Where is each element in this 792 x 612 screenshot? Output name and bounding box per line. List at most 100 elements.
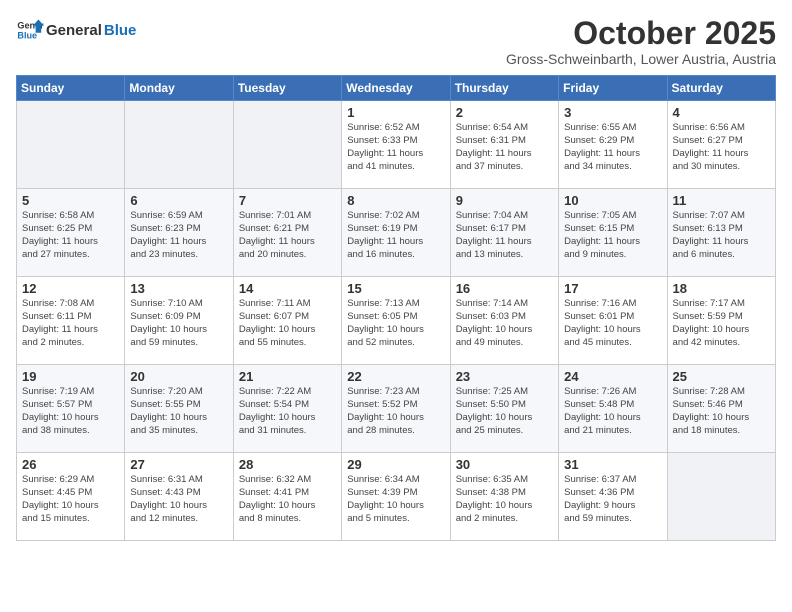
day-number: 12 — [22, 281, 119, 296]
cell-details: Sunrise: 6:34 AM Sunset: 4:39 PM Dayligh… — [347, 474, 444, 525]
day-number: 8 — [347, 193, 444, 208]
cell-details: Sunrise: 6:58 AM Sunset: 6:25 PM Dayligh… — [22, 210, 119, 261]
day-number: 16 — [456, 281, 553, 296]
weekday-header-tuesday: Tuesday — [233, 76, 341, 101]
location-subtitle: Gross-Schweinbarth, Lower Austria, Austr… — [506, 51, 776, 67]
calendar-cell: 17Sunrise: 7:16 AM Sunset: 6:01 PM Dayli… — [559, 277, 667, 365]
weekday-header-row: SundayMondayTuesdayWednesdayThursdayFrid… — [17, 76, 776, 101]
calendar-cell: 13 Sunrise: 7:10 AM Sunset: 6:09 PM Dayli… — [125, 277, 233, 365]
weekday-header-wednesday: Wednesday — [342, 76, 450, 101]
calendar-cell: 28Sunrise: 6:32 AM Sunset: 4:41 PM Dayli… — [233, 453, 341, 541]
calendar-cell: 26 Sunrise: 6:29 AM Sunset: 4:45 PM Dayli… — [17, 453, 125, 541]
calendar-cell: 9 Sunrise: 7:04 AM Sunset: 6:17 PM Daylig… — [450, 189, 558, 277]
weekday-header-friday: Friday — [559, 76, 667, 101]
week-row-1: 1 Sunrise: 6:52 AM Sunset: 6:33 PM Daylig… — [17, 101, 776, 189]
day-number: 1 — [347, 105, 444, 120]
cell-details: Sunrise: 6:31 AM Sunset: 4:43 PM Dayligh… — [130, 474, 227, 525]
calendar-cell: 1 Sunrise: 6:52 AM Sunset: 6:33 PM Daylig… — [342, 101, 450, 189]
day-number: 21 — [239, 369, 336, 384]
calendar-cell: 21 Sunrise: 7:22 AM Sunset: 5:54 PM Dayli… — [233, 365, 341, 453]
cell-details: Sunrise: 6:54 AM Sunset: 6:31 PM Dayligh… — [456, 122, 553, 173]
calendar-cell: 29 Sunrise: 6:34 AM Sunset: 4:39 PM Dayli… — [342, 453, 450, 541]
cell-details: Sunrise: 7:01 AM Sunset: 6:21 PM Dayligh… — [239, 210, 336, 261]
day-number: 14 — [239, 281, 336, 296]
title-block: October 2025 Gross-Schweinbarth, Lower A… — [506, 16, 776, 67]
day-number: 20 — [130, 369, 227, 384]
calendar-table: SundayMondayTuesdayWednesdayThursdayFrid… — [16, 75, 776, 541]
calendar-cell: 10 Sunrise: 7:05 AM Sunset: 6:15 PM Dayli… — [559, 189, 667, 277]
day-number: 26 — [22, 457, 119, 472]
calendar-cell: 31 Sunrise: 6:37 AM Sunset: 4:36 PM Dayli… — [559, 453, 667, 541]
svg-text:Blue: Blue — [17, 30, 37, 40]
cell-details: Sunrise: 7:20 AM Sunset: 5:55 PM Dayligh… — [130, 386, 227, 437]
day-number: 30 — [456, 457, 553, 472]
week-row-3: 12 Sunrise: 7:08 AM Sunset: 6:11 PM Dayli… — [17, 277, 776, 365]
day-number: 10 — [564, 193, 661, 208]
cell-details: Sunrise: 7:11 AM Sunset: 6:07 PM Dayligh… — [239, 298, 336, 349]
logo-general: General — [46, 22, 102, 39]
calendar-cell: 12 Sunrise: 7:08 AM Sunset: 6:11 PM Dayli… — [17, 277, 125, 365]
cell-details: Sunrise: 6:56 AM Sunset: 6:27 PM Dayligh… — [673, 122, 770, 173]
day-number: 11 — [673, 193, 770, 208]
month-title: October 2025 — [506, 16, 776, 51]
day-number: 22 — [347, 369, 444, 384]
weekday-header-thursday: Thursday — [450, 76, 558, 101]
cell-details: Sunrise: 7:10 AM Sunset: 6:09 PM Dayligh… — [130, 298, 227, 349]
calendar-cell: 18 Sunrise: 7:17 AM Sunset: 5:59 PM Dayli… — [667, 277, 775, 365]
day-number: 6 — [130, 193, 227, 208]
page-header: General Blue General Blue October 2025 G… — [16, 16, 776, 67]
day-number: 27 — [130, 457, 227, 472]
calendar-cell: 2 Sunrise: 6:54 AM Sunset: 6:31 PM Daylig… — [450, 101, 558, 189]
day-number: 23 — [456, 369, 553, 384]
calendar-cell: 20 Sunrise: 7:20 AM Sunset: 5:55 PM Dayli… — [125, 365, 233, 453]
calendar-cell: 8Sunrise: 7:02 AM Sunset: 6:19 PM Daylig… — [342, 189, 450, 277]
cell-details: Sunrise: 6:29 AM Sunset: 4:45 PM Dayligh… — [22, 474, 119, 525]
calendar-cell: 23 Sunrise: 7:25 AM Sunset: 5:50 PM Dayli… — [450, 365, 558, 453]
cell-details: Sunrise: 7:19 AM Sunset: 5:57 PM Dayligh… — [22, 386, 119, 437]
calendar-cell: 16Sunrise: 7:14 AM Sunset: 6:03 PM Dayli… — [450, 277, 558, 365]
calendar-cell: 25 Sunrise: 7:28 AM Sunset: 5:46 PM Dayli… — [667, 365, 775, 453]
cell-details: Sunrise: 7:05 AM Sunset: 6:15 PM Dayligh… — [564, 210, 661, 261]
day-number: 29 — [347, 457, 444, 472]
week-row-4: 19 Sunrise: 7:19 AM Sunset: 5:57 PM Dayli… — [17, 365, 776, 453]
cell-details: Sunrise: 7:22 AM Sunset: 5:54 PM Dayligh… — [239, 386, 336, 437]
cell-details: Sunrise: 7:25 AM Sunset: 5:50 PM Dayligh… — [456, 386, 553, 437]
day-number: 18 — [673, 281, 770, 296]
calendar-cell: 4 Sunrise: 6:56 AM Sunset: 6:27 PM Daylig… — [667, 101, 775, 189]
day-number: 31 — [564, 457, 661, 472]
logo-icon: General Blue — [16, 16, 44, 44]
calendar-cell: 7Sunrise: 7:01 AM Sunset: 6:21 PM Daylig… — [233, 189, 341, 277]
cell-details: Sunrise: 7:13 AM Sunset: 6:05 PM Dayligh… — [347, 298, 444, 349]
calendar-cell: 22Sunrise: 7:23 AM Sunset: 5:52 PM Dayli… — [342, 365, 450, 453]
calendar-cell: 5Sunrise: 6:58 AM Sunset: 6:25 PM Daylig… — [17, 189, 125, 277]
calendar-cell: 27 Sunrise: 6:31 AM Sunset: 4:43 PM Dayli… — [125, 453, 233, 541]
calendar-cell: 6 Sunrise: 6:59 AM Sunset: 6:23 PM Daylig… — [125, 189, 233, 277]
cell-details: Sunrise: 6:32 AM Sunset: 4:41 PM Dayligh… — [239, 474, 336, 525]
cell-details: Sunrise: 6:59 AM Sunset: 6:23 PM Dayligh… — [130, 210, 227, 261]
week-row-2: 5Sunrise: 6:58 AM Sunset: 6:25 PM Daylig… — [17, 189, 776, 277]
weekday-header-sunday: Sunday — [17, 76, 125, 101]
cell-details: Sunrise: 7:26 AM Sunset: 5:48 PM Dayligh… — [564, 386, 661, 437]
cell-details: Sunrise: 6:37 AM Sunset: 4:36 PM Dayligh… — [564, 474, 661, 525]
cell-details: Sunrise: 7:28 AM Sunset: 5:46 PM Dayligh… — [673, 386, 770, 437]
day-number: 25 — [673, 369, 770, 384]
cell-details: Sunrise: 6:52 AM Sunset: 6:33 PM Dayligh… — [347, 122, 444, 173]
day-number: 17 — [564, 281, 661, 296]
calendar-cell: 11Sunrise: 7:07 AM Sunset: 6:13 PM Dayli… — [667, 189, 775, 277]
day-number: 19 — [22, 369, 119, 384]
cell-details: Sunrise: 7:17 AM Sunset: 5:59 PM Dayligh… — [673, 298, 770, 349]
calendar-cell — [17, 101, 125, 189]
day-number: 4 — [673, 105, 770, 120]
day-number: 13 — [130, 281, 227, 296]
day-number: 15 — [347, 281, 444, 296]
cell-details: Sunrise: 7:04 AM Sunset: 6:17 PM Dayligh… — [456, 210, 553, 261]
cell-details: Sunrise: 6:55 AM Sunset: 6:29 PM Dayligh… — [564, 122, 661, 173]
day-number: 2 — [456, 105, 553, 120]
calendar-cell — [125, 101, 233, 189]
logo: General Blue General Blue — [16, 16, 136, 44]
calendar-cell — [233, 101, 341, 189]
day-number: 9 — [456, 193, 553, 208]
cell-details: Sunrise: 7:08 AM Sunset: 6:11 PM Dayligh… — [22, 298, 119, 349]
weekday-header-monday: Monday — [125, 76, 233, 101]
calendar-cell: 30Sunrise: 6:35 AM Sunset: 4:38 PM Dayli… — [450, 453, 558, 541]
